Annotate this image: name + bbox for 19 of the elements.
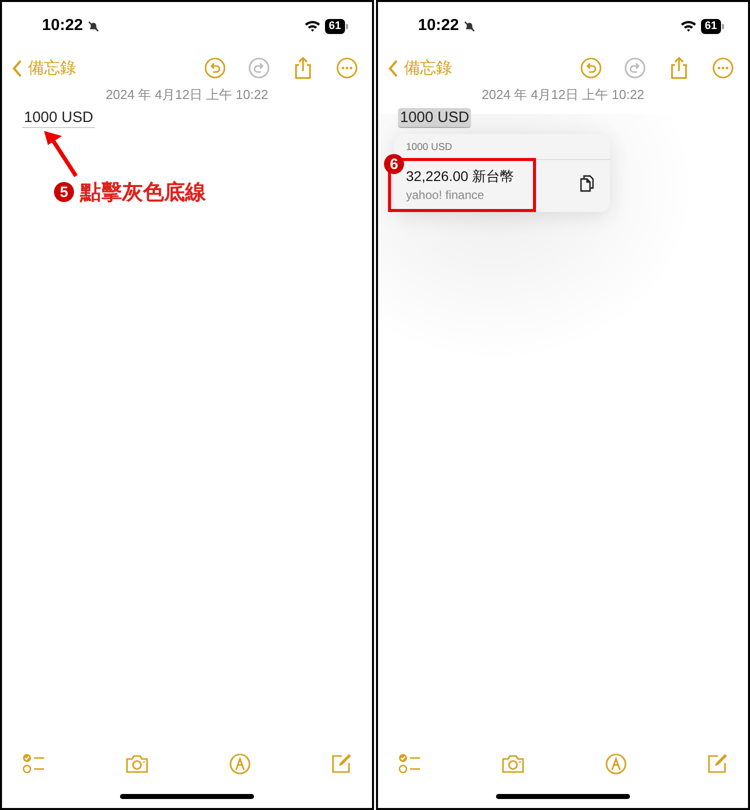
chevron-left-icon[interactable]	[388, 60, 398, 76]
bell-slash-icon	[86, 20, 100, 32]
status-time: 10:22	[42, 17, 83, 35]
source-text: yahoo! finance	[406, 188, 486, 202]
status-time: 10:22	[418, 17, 459, 35]
step-number: 5	[54, 182, 74, 202]
note-date: 2024 年 4月12日 上午 10:22	[480, 86, 646, 104]
chevron-left-icon[interactable]	[12, 60, 22, 76]
conversion-result[interactable]: 32,226.00 新台幣	[406, 168, 514, 186]
note-text[interactable]: 1000 USD	[22, 108, 96, 128]
note-date: 2024 年 4月12日 上午 10:22	[104, 86, 270, 104]
step-number: 6	[384, 154, 404, 174]
annotation-label: 點擊灰色底線	[80, 180, 206, 206]
battery-indicator: 61	[324, 18, 348, 34]
wifi-icon	[680, 20, 697, 32]
wifi-icon	[304, 20, 321, 32]
battery-indicator: 61	[700, 18, 724, 34]
bell-slash-icon	[462, 20, 476, 32]
note-text[interactable]: 1000 USD	[398, 108, 472, 128]
